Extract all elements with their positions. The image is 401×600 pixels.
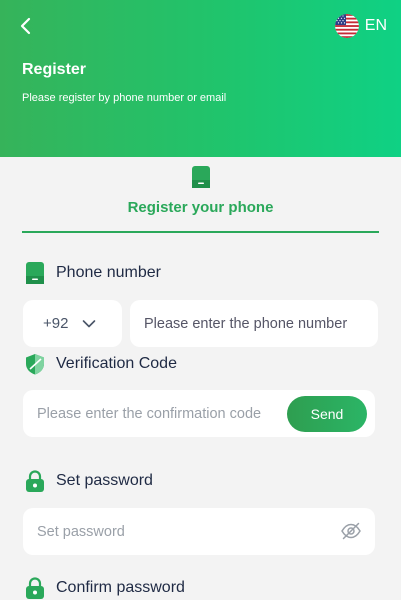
language-label: EN: [364, 17, 387, 34]
country-code-select[interactable]: +92: [23, 300, 122, 347]
set-password-input[interactable]: Set password: [23, 508, 375, 555]
shield-icon: [26, 354, 44, 375]
page-title: Register: [22, 61, 87, 78]
chevron-left-icon: [20, 17, 31, 35]
field-label-text: Set password: [56, 472, 153, 489]
language-selector[interactable]: EN: [334, 13, 387, 39]
phone-number-input[interactable]: Please enter the phone number: [130, 300, 378, 347]
us-flag-icon: [334, 14, 359, 38]
set-password-label: Set password: [24, 469, 153, 493]
field-label-text: Phone number: [56, 264, 161, 281]
confirm-password-label: Confirm password: [24, 576, 185, 600]
verification-code-label: Verification Code: [24, 352, 177, 376]
field-label-text: Confirm password: [56, 579, 185, 596]
phone-number-placeholder: Please enter the phone number: [144, 315, 348, 332]
tab-register-phone[interactable]: Register your phone: [22, 160, 379, 233]
lock-icon: [26, 577, 44, 599]
send-code-button[interactable]: Send: [287, 396, 367, 432]
phone-number-label: Phone number: [24, 261, 161, 285]
page-subtitle: Please register by phone number or email: [22, 92, 227, 104]
header: EN Register Please register by phone num…: [0, 0, 401, 157]
country-code-value: +92: [43, 315, 69, 332]
phone-icon: [192, 166, 210, 188]
field-label-text: Verification Code: [56, 355, 177, 372]
phone-icon: [26, 262, 44, 284]
set-password-placeholder: Set password: [37, 523, 125, 540]
lock-icon: [26, 470, 44, 492]
tab-label: Register your phone: [127, 199, 274, 216]
verification-code-input[interactable]: Please enter the confirmation code Send: [23, 390, 375, 437]
verification-code-placeholder: Please enter the confirmation code: [37, 405, 262, 422]
eye-off-icon[interactable]: [341, 522, 361, 540]
chevron-down-icon: [83, 319, 96, 327]
back-button[interactable]: [14, 14, 38, 38]
